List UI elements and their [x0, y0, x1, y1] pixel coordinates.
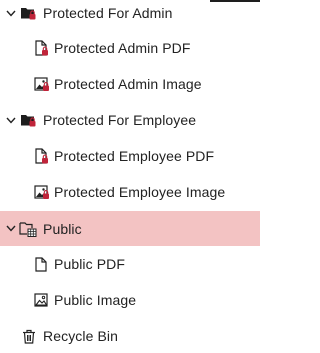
image-icon: [33, 292, 49, 308]
public-folder-icon: [19, 221, 37, 237]
locked-document-icon: [33, 148, 49, 164]
tree-item-label: Protected Admin Image: [54, 76, 202, 92]
tree-item-label: Protected For Employee: [43, 112, 197, 128]
locked-folder-icon: [20, 5, 36, 21]
tree-item-label: Protected For Admin: [43, 5, 173, 21]
chevron-down-icon[interactable]: [5, 223, 17, 235]
locked-image-icon: [33, 184, 49, 200]
tree-item-label: Protected Admin PDF: [54, 40, 191, 56]
tree-item-label: Public Image: [54, 292, 137, 308]
chevron-down-icon[interactable]: [5, 7, 17, 19]
tree-item-label: Public PDF: [54, 256, 126, 272]
tree-item-protected-employee-image[interactable]: Protected Employee Image: [0, 175, 260, 209]
tree-item-public-image[interactable]: Public Image: [0, 283, 260, 317]
locked-image-icon: [33, 76, 49, 92]
tree-item-protected-for-employee[interactable]: Protected For Employee: [0, 103, 260, 137]
tree-item-protected-admin-pdf[interactable]: Protected Admin PDF: [0, 31, 260, 65]
document-icon: [33, 256, 49, 272]
tree-item-label: Recycle Bin: [43, 328, 119, 344]
chevron-down-icon[interactable]: [5, 114, 17, 126]
tree-item-label: Public: [43, 220, 82, 237]
locked-document-icon: [33, 40, 49, 56]
tree-item-label: Protected Employee Image: [54, 184, 226, 200]
tree-item-protected-for-admin[interactable]: Protected For Admin: [0, 0, 260, 30]
tree-item-protected-admin-image[interactable]: Protected Admin Image: [0, 67, 260, 101]
tree-item-label: Protected Employee PDF: [54, 148, 215, 164]
locked-folder-icon: [20, 112, 36, 128]
trash-icon: [21, 328, 37, 344]
tree-item-public[interactable]: Public: [0, 211, 260, 246]
tree-item-protected-employee-pdf[interactable]: Protected Employee PDF: [0, 139, 260, 173]
tree-item-public-pdf[interactable]: Public PDF: [0, 247, 260, 281]
